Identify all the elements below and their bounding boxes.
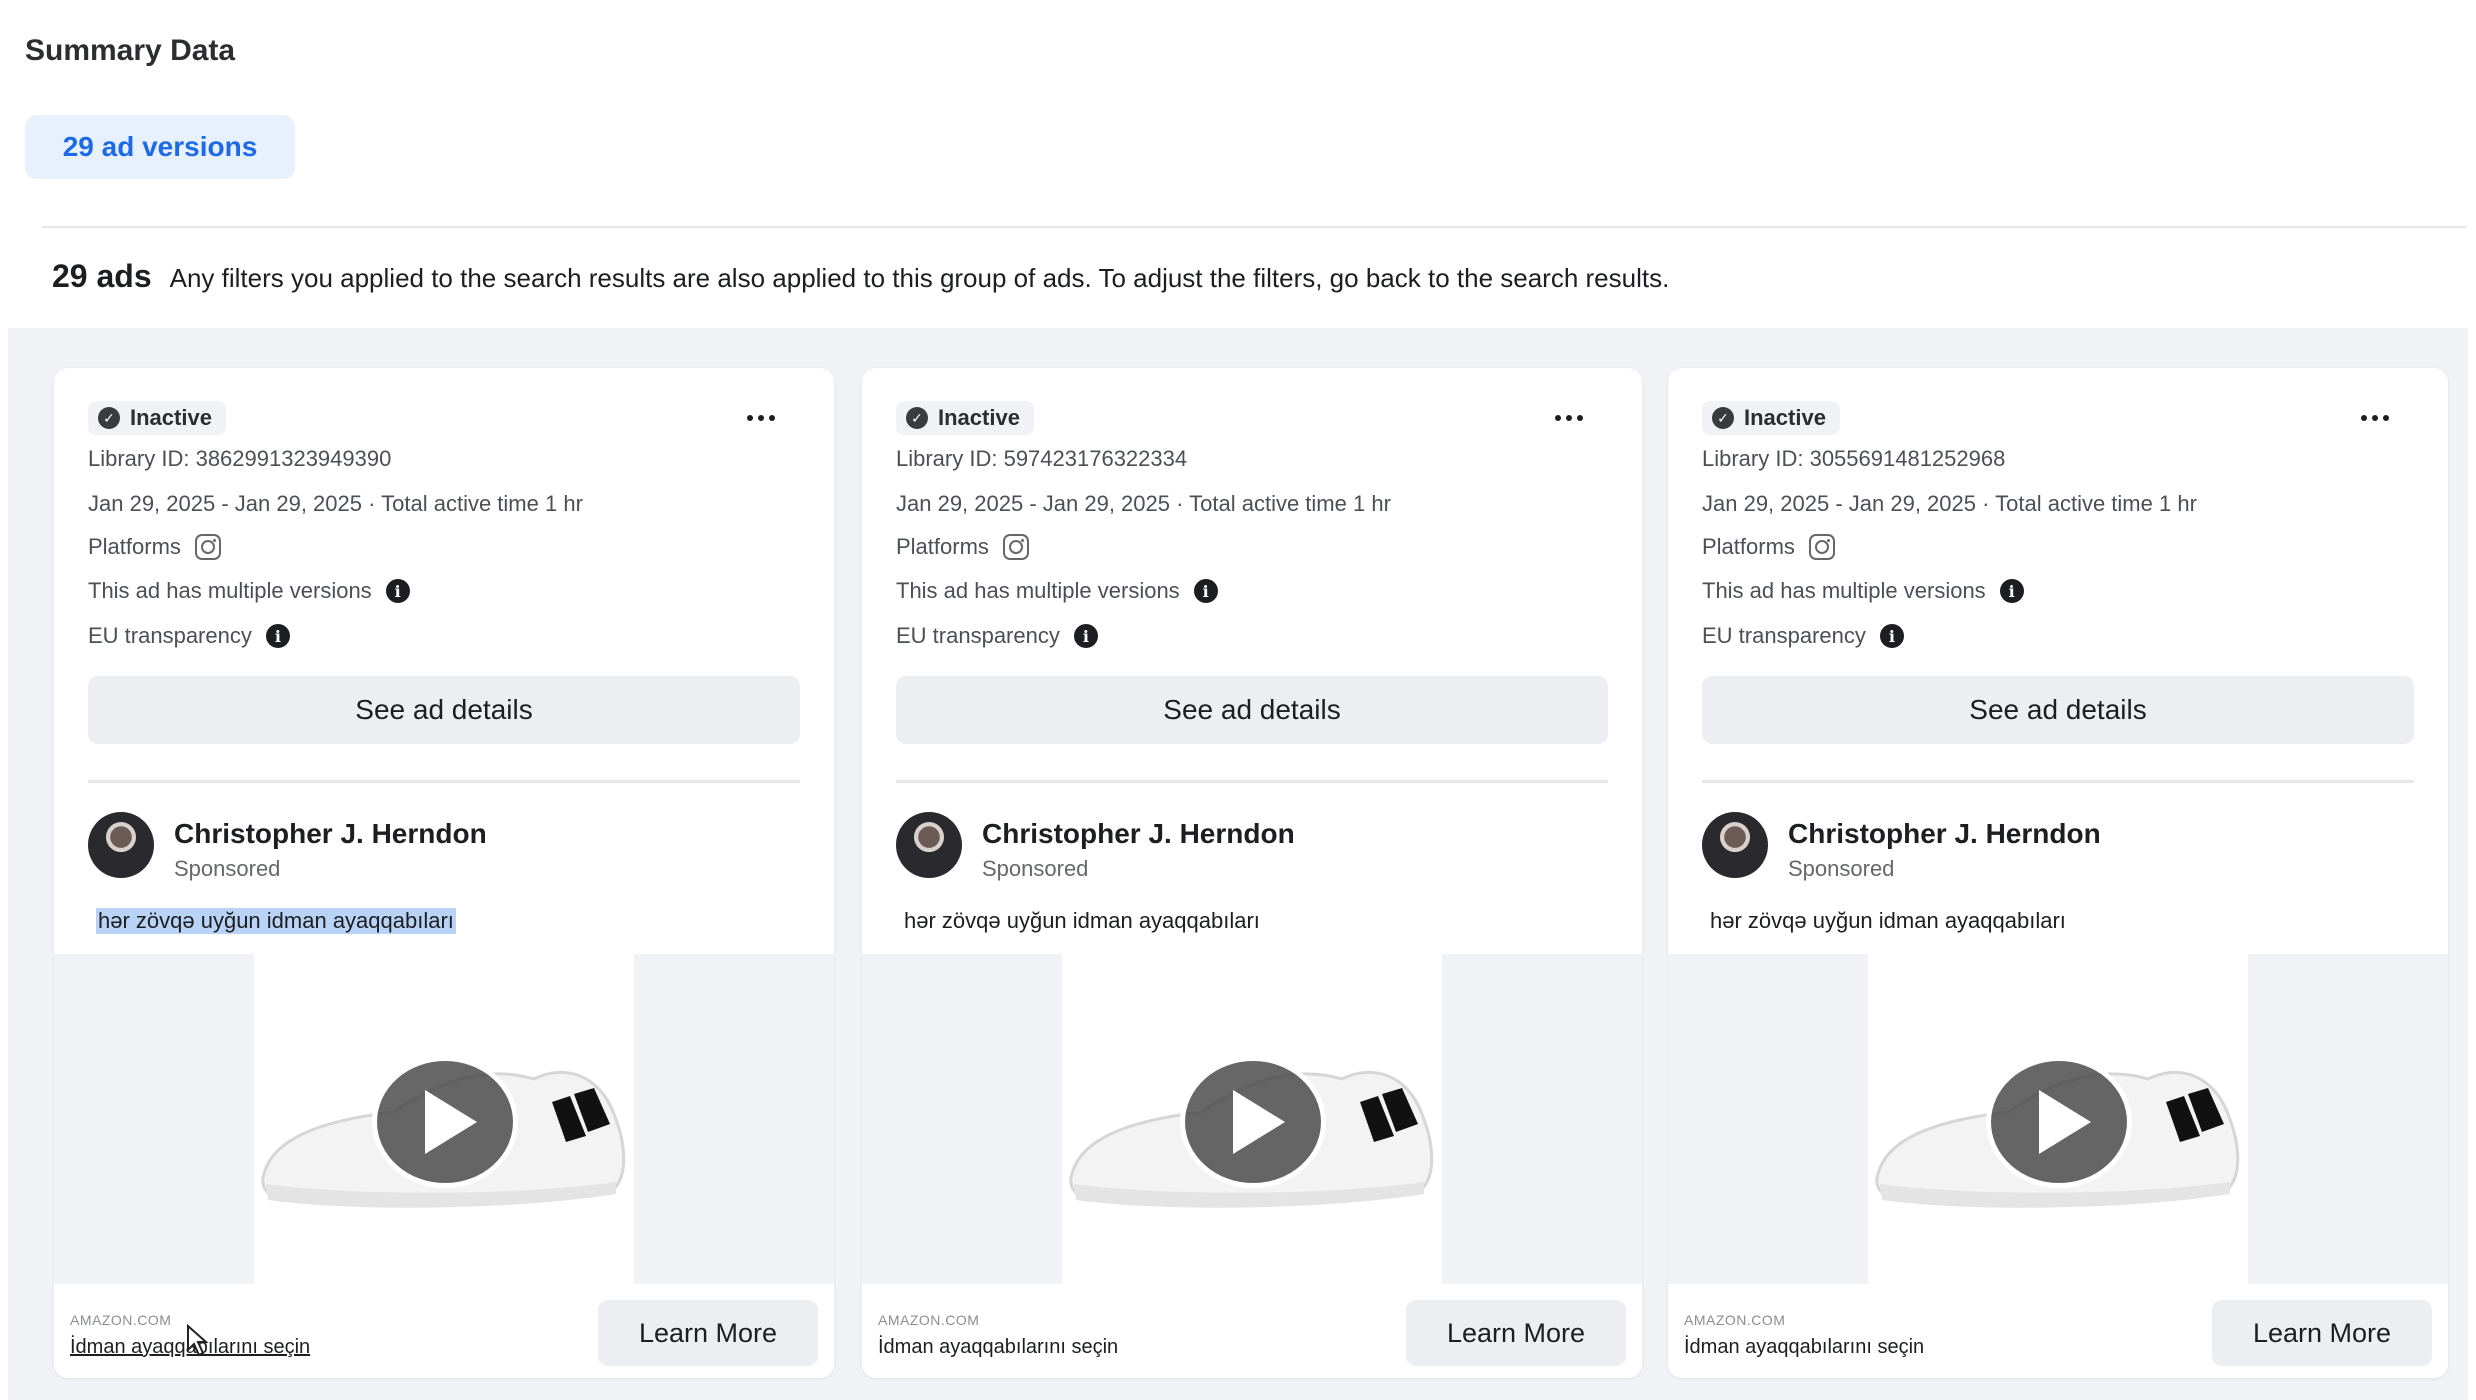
play-icon[interactable] [372, 1056, 518, 1188]
see-ad-details-button[interactable]: See ad details [88, 676, 800, 744]
learn-more-button[interactable]: Learn More [2212, 1300, 2432, 1366]
advertiser-name[interactable]: Christopher J. Herndon [982, 818, 1295, 850]
multiple-versions-label: This ad has multiple versions [88, 578, 372, 603]
check-circle-icon: ✓ [1712, 407, 1734, 429]
active-dates: Jan 29, 2025 - Jan 29, 2025 · Total acti… [896, 491, 1391, 516]
cta-title-link[interactable]: İdman ayaqqabılarını seçin [878, 1336, 1118, 1359]
advertiser-header: Christopher J. Herndon Sponsored [88, 812, 800, 882]
library-id: Library ID: 597423176322334 [896, 446, 1188, 471]
status-badge: ✓ Inactive [88, 401, 226, 435]
status-label: Inactive [1744, 405, 1826, 430]
active-dates: Jan 29, 2025 - Jan 29, 2025 · Total acti… [88, 491, 583, 516]
ad-media [1668, 954, 2448, 1284]
check-circle-icon: ✓ [98, 407, 120, 429]
ad-card: ✓ Inactive Library ID: 3055691481252968 … [1668, 368, 2448, 1378]
status-label: Inactive [130, 405, 212, 430]
summary-title: Summary Data [25, 34, 236, 67]
ad-versions-chip[interactable]: 29 ad versions [25, 115, 295, 179]
multiple-versions-row: This ad has multiple versions i [896, 578, 1608, 604]
more-options-icon[interactable] [2350, 398, 2400, 438]
status-label: Inactive [938, 405, 1020, 430]
ad-card: ✓ Inactive Library ID: 3862991323949390 … [54, 368, 834, 1378]
see-ad-details-button[interactable]: See ad details [896, 676, 1608, 744]
advertiser-header: Christopher J. Herndon Sponsored [1702, 812, 2414, 882]
sponsored-label: Sponsored [174, 856, 281, 881]
ad-body-text: hər zövqə uyğun idman ayaqqabıları [1710, 908, 2066, 933]
avatar[interactable] [896, 812, 962, 878]
avatar[interactable] [88, 812, 154, 878]
play-icon[interactable] [1180, 1056, 1326, 1188]
platforms-row: Platforms [1702, 534, 2414, 560]
ads-count: 29 ads [52, 258, 152, 294]
multiple-versions-row: This ad has multiple versions i [1702, 578, 2414, 604]
cta-bar: AMAZON.COM İdman ayaqqabılarını seçin Le… [54, 1284, 834, 1378]
info-icon[interactable]: i [1193, 579, 1218, 603]
ad-card: ✓ Inactive Library ID: 597423176322334 J… [862, 368, 1642, 1378]
cta-bar: AMAZON.COM İdman ayaqqabılarını seçin Le… [1668, 1284, 2448, 1378]
cta-title-link[interactable]: İdman ayaqqabılarını seçin [1684, 1336, 1924, 1359]
section-divider [42, 226, 2467, 228]
play-icon[interactable] [1986, 1056, 2132, 1188]
avatar[interactable] [1702, 812, 1768, 878]
ads-summary-line: 29 ads Any filters you applied to the se… [52, 258, 2452, 295]
info-icon[interactable]: i [265, 624, 290, 648]
library-id: Library ID: 3862991323949390 [88, 446, 392, 471]
multiple-versions-row: This ad has multiple versions i [88, 578, 800, 604]
sponsored-label: Sponsored [1788, 856, 1895, 881]
platforms-label: Platforms [1702, 534, 1795, 559]
learn-more-button[interactable]: Learn More [1406, 1300, 1626, 1366]
library-id: Library ID: 3055691481252968 [1702, 446, 2006, 471]
learn-more-button[interactable]: Learn More [598, 1300, 818, 1366]
sponsored-label: Sponsored [982, 856, 1089, 881]
eu-transparency-label: EU transparency [1702, 623, 1866, 648]
mouse-cursor-icon [187, 1324, 209, 1357]
advertiser-name[interactable]: Christopher J. Herndon [1788, 818, 2101, 850]
more-options-icon[interactable] [736, 398, 786, 438]
cta-domain: AMAZON.COM [70, 1312, 172, 1328]
eu-transparency-row: EU transparency i [896, 623, 1608, 649]
info-icon[interactable]: i [1073, 624, 1098, 648]
info-icon[interactable]: i [385, 579, 410, 603]
cta-domain: AMAZON.COM [1684, 1312, 1786, 1328]
check-circle-icon: ✓ [906, 407, 928, 429]
instagram-icon [1808, 534, 1835, 560]
eu-transparency-label: EU transparency [896, 623, 1060, 648]
card-divider [896, 780, 1608, 783]
advertiser-header: Christopher J. Herndon Sponsored [896, 812, 1608, 882]
platforms-row: Platforms [896, 534, 1608, 560]
ad-library-page: Summary Data 29 ad versions 29 ads Any f… [0, 0, 2476, 1400]
instagram-icon [194, 534, 221, 560]
advertiser-name[interactable]: Christopher J. Herndon [174, 818, 487, 850]
info-icon[interactable]: i [1879, 624, 1904, 648]
cta-bar: AMAZON.COM İdman ayaqqabılarını seçin Le… [862, 1284, 1642, 1378]
status-badge: ✓ Inactive [1702, 401, 1840, 435]
ad-body-text: hər zövqə uyğun idman ayaqqabıları [904, 908, 1260, 933]
filters-note: Any filters you applied to the search re… [169, 263, 1670, 293]
ad-media [54, 954, 834, 1284]
see-ad-details-button[interactable]: See ad details [1702, 676, 2414, 744]
info-icon[interactable]: i [1999, 579, 2024, 603]
card-divider [1702, 780, 2414, 783]
eu-transparency-label: EU transparency [88, 623, 252, 648]
multiple-versions-label: This ad has multiple versions [896, 578, 1180, 603]
platforms-row: Platforms [88, 534, 800, 560]
more-options-icon[interactable] [1544, 398, 1594, 438]
status-badge: ✓ Inactive [896, 401, 1034, 435]
instagram-icon [1002, 534, 1029, 560]
active-dates: Jan 29, 2025 - Jan 29, 2025 · Total acti… [1702, 491, 2197, 516]
cta-domain: AMAZON.COM [878, 1312, 980, 1328]
eu-transparency-row: EU transparency i [1702, 623, 2414, 649]
platforms-label: Platforms [896, 534, 989, 559]
platforms-label: Platforms [88, 534, 181, 559]
eu-transparency-row: EU transparency i [88, 623, 800, 649]
ad-body-text: hər zövqə uyğun idman ayaqqabıları [96, 908, 456, 934]
card-divider [88, 780, 800, 783]
ad-media [862, 954, 1642, 1284]
multiple-versions-label: This ad has multiple versions [1702, 578, 1986, 603]
